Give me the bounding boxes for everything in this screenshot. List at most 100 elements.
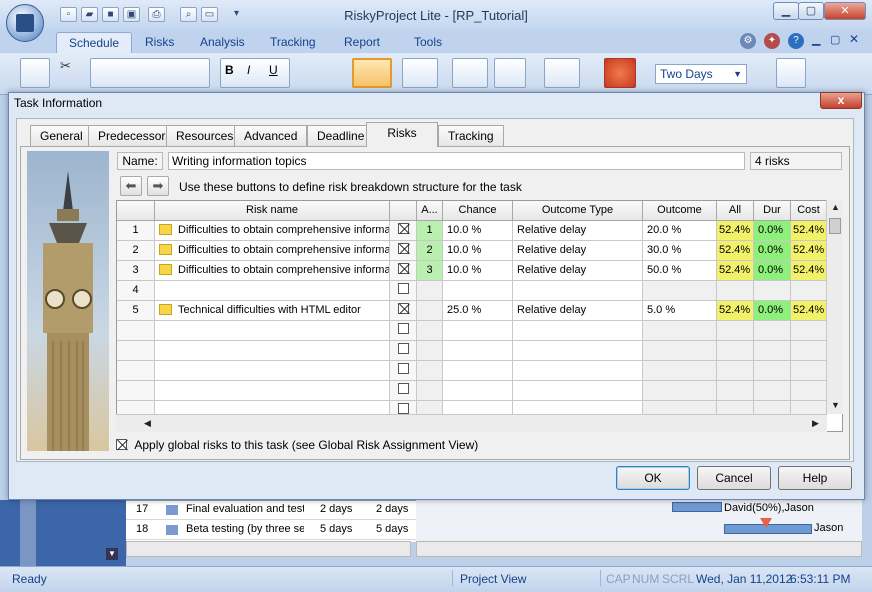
header-dur[interactable]: Dur — [754, 201, 791, 221]
risk-chance-cell[interactable] — [443, 361, 513, 381]
tab-risks[interactable]: Risks — [133, 32, 186, 54]
risk-a-cell[interactable] — [417, 301, 443, 321]
risk-type-cell[interactable] — [513, 321, 643, 341]
risk-enabled-cell[interactable] — [390, 341, 417, 361]
calculator-button[interactable] — [604, 58, 636, 88]
header-number[interactable] — [117, 201, 155, 221]
settings-icon[interactable]: ✦ — [764, 33, 780, 49]
risk-type-cell[interactable] — [513, 381, 643, 401]
risk-outcome-cell[interactable]: 5.0 % — [643, 301, 717, 321]
minimize-button[interactable]: ▁ — [773, 2, 799, 20]
risk-enabled-cell[interactable] — [390, 381, 417, 401]
risk-all-cell[interactable]: 52.4% — [717, 241, 754, 261]
gantt-bar[interactable] — [672, 502, 722, 512]
risk-name-cell[interactable]: Difficulties to obtain comprehensive inf… — [155, 241, 390, 261]
maximize-button[interactable]: ▢ — [798, 2, 824, 20]
risk-type-cell[interactable] — [513, 361, 643, 381]
row-number[interactable]: 2 — [117, 241, 155, 261]
ribbon-minimize-icon[interactable]: ▁ — [812, 33, 820, 46]
gantt-scrollbar[interactable] — [416, 541, 862, 557]
risk-outcome-cell[interactable]: 20.0 % — [643, 221, 717, 241]
risk-enabled-checkbox[interactable] — [397, 243, 409, 254]
scroll-thumb[interactable] — [829, 218, 841, 234]
risk-outcome-cell[interactable]: 30.0 % — [643, 241, 717, 261]
row-number[interactable] — [117, 341, 155, 361]
risk-a-cell[interactable] — [417, 341, 443, 361]
risk-cost-cell[interactable] — [791, 281, 827, 301]
multi-window-button[interactable] — [544, 58, 580, 88]
risk-all-cell[interactable]: 52.4% — [717, 261, 754, 281]
tab-general[interactable]: General — [30, 125, 93, 146]
risk-name-cell[interactable]: Difficulties to obtain comprehensive inf… — [155, 221, 390, 241]
risk-chance-cell[interactable] — [443, 381, 513, 401]
risk-cost-cell[interactable]: 52.4% — [791, 261, 827, 281]
risk-a-cell[interactable] — [417, 381, 443, 401]
tab-report[interactable]: Report — [332, 32, 392, 54]
risk-outcome-cell[interactable] — [643, 361, 717, 381]
risk-enabled-checkbox[interactable] — [397, 223, 409, 234]
scroll-down-icon[interactable]: ▼ — [831, 400, 840, 410]
risk-outcome-cell[interactable] — [643, 381, 717, 401]
risk-enabled-checkbox[interactable] — [397, 283, 409, 294]
risk-type-cell[interactable]: Relative delay — [513, 261, 643, 281]
row-number[interactable]: 4 — [117, 281, 155, 301]
tab-tracking[interactable]: Tracking — [438, 125, 504, 146]
risk-a-cell[interactable] — [417, 281, 443, 301]
risk-cost-cell[interactable] — [791, 381, 827, 401]
risk-enabled-checkbox[interactable] — [397, 363, 409, 374]
ribbon-restore-icon[interactable]: ▢ — [830, 33, 840, 46]
tools-icon[interactable]: ⚙ — [740, 33, 756, 49]
risk-enabled-cell[interactable] — [390, 361, 417, 381]
risk-chance-cell[interactable] — [443, 321, 513, 341]
risk-name-cell[interactable] — [155, 361, 390, 381]
move-left-button[interactable]: ⬅ — [120, 176, 142, 196]
risk-enabled-cell[interactable] — [390, 241, 417, 261]
risk-type-cell[interactable] — [513, 281, 643, 301]
tab-deadline[interactable]: Deadline — [307, 125, 375, 146]
help-icon[interactable]: ? — [788, 33, 804, 49]
task-grid-scrollbar[interactable] — [126, 541, 411, 557]
risk-name-cell[interactable] — [155, 341, 390, 361]
risk-outcome-cell[interactable]: 50.0 % — [643, 261, 717, 281]
risk-cost-cell[interactable]: 52.4% — [791, 301, 827, 321]
scroll-left-icon[interactable]: ◀ — [144, 418, 151, 429]
risk-grid-horizontal-scrollbar[interactable]: ◀ ▶ — [116, 414, 827, 432]
risk-type-cell[interactable]: Relative delay — [513, 301, 643, 321]
move-right-button[interactable]: ➡ — [147, 176, 169, 196]
risk-chance-cell[interactable] — [443, 341, 513, 361]
film-strip-button[interactable] — [776, 58, 806, 88]
italic-icon[interactable]: I — [247, 63, 250, 77]
risk-cost-cell[interactable]: 52.4% — [791, 241, 827, 261]
risk-dur-cell[interactable] — [754, 361, 791, 381]
risk-name-cell[interactable] — [155, 321, 390, 341]
risk-enabled-checkbox[interactable] — [397, 343, 409, 354]
tab-analysis[interactable]: Analysis — [188, 32, 257, 54]
risk-enabled-checkbox[interactable] — [397, 403, 409, 414]
row-number[interactable] — [117, 381, 155, 401]
risk-all-cell[interactable]: 52.4% — [717, 221, 754, 241]
risk-type-cell[interactable]: Relative delay — [513, 241, 643, 261]
header-risk-name[interactable]: Risk name — [155, 201, 390, 221]
risk-cost-cell[interactable]: 52.4% — [791, 221, 827, 241]
risk-enabled-cell[interactable] — [390, 261, 417, 281]
header-cost[interactable]: Cost — [791, 201, 827, 221]
gantt-view-button[interactable] — [352, 58, 392, 88]
risk-enabled-checkbox[interactable] — [397, 383, 409, 394]
task-name-input[interactable]: Writing information topics — [168, 152, 745, 170]
risk-name-cell[interactable] — [155, 381, 390, 401]
risk-cost-cell[interactable] — [791, 321, 827, 341]
risk-cost-cell[interactable] — [791, 341, 827, 361]
risk-all-cell[interactable] — [717, 281, 754, 301]
risk-chance-cell[interactable]: 25.0 % — [443, 301, 513, 321]
network-view-button[interactable] — [494, 58, 526, 88]
risk-grid-vertical-scrollbar[interactable]: ▲ ▼ — [826, 200, 843, 414]
risk-a-cell[interactable]: 2 — [417, 241, 443, 261]
header-chance[interactable]: Chance — [443, 201, 513, 221]
risk-a-cell[interactable] — [417, 361, 443, 381]
risk-enabled-cell[interactable] — [390, 281, 417, 301]
risk-dur-cell[interactable]: 0.0% — [754, 301, 791, 321]
header-check[interactable] — [390, 201, 417, 221]
resource-view-button[interactable] — [402, 58, 438, 88]
scroll-right-icon[interactable]: ▶ — [812, 418, 819, 429]
risk-dur-cell[interactable] — [754, 341, 791, 361]
